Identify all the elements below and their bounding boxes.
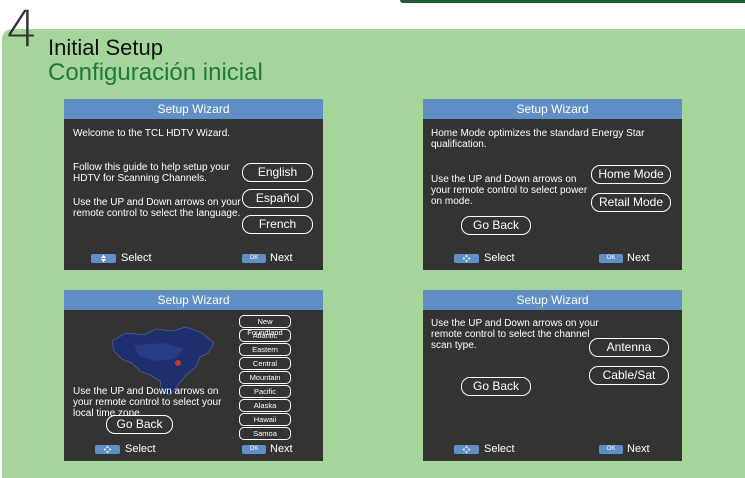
espanol-button[interactable]: Español — [242, 189, 313, 208]
zone-samoa[interactable]: Samoa — [239, 427, 291, 440]
select-label: Select — [121, 252, 152, 264]
language-screen: Setup Wizard Welcome to the TCL HDTV Wiz… — [64, 99, 323, 270]
screen-header: Setup Wizard — [423, 99, 682, 119]
home-mode-button[interactable]: Home Mode — [591, 165, 671, 184]
zone-eastern[interactable]: Eastern — [239, 343, 291, 356]
zone-pacific[interactable]: Pacific — [239, 385, 291, 398]
go-back-button[interactable]: Go Back — [106, 415, 173, 434]
ok-key-icon: OK — [242, 253, 266, 263]
select-label: Select — [484, 443, 515, 455]
ok-key-icon: OK — [599, 253, 623, 263]
select-hint: Select — [91, 252, 152, 264]
title-english: Initial Setup — [48, 35, 163, 60]
zone-alaska[interactable]: Alaska — [239, 399, 291, 412]
up-down-arrows-icon — [91, 253, 116, 263]
welcome-text: Welcome to the TCL HDTV Wizard. — [73, 128, 231, 139]
power-mode-screen: Setup Wizard Home Mode optimizes the sta… — [423, 99, 682, 270]
screen-header: Setup Wizard — [64, 290, 323, 310]
directional-pad-icon — [454, 444, 479, 454]
french-button[interactable]: French — [242, 215, 313, 234]
home-mode-info: Home Mode optimizes the standard Energy … — [431, 128, 645, 150]
next-hint[interactable]: OK Next — [599, 443, 650, 455]
select-hint: Select — [454, 252, 515, 264]
next-label: Next — [270, 443, 293, 455]
zone-atlantic[interactable]: Atlantic — [239, 329, 291, 342]
next-hint[interactable]: OK Next — [242, 252, 293, 264]
go-back-button[interactable]: Go Back — [461, 216, 531, 235]
next-label: Next — [627, 443, 650, 455]
step-number: 4 — [6, 0, 38, 58]
next-label: Next — [270, 252, 293, 264]
zone-hawaii[interactable]: Hawaii — [239, 413, 291, 426]
instruction-text: Use the UP and Down arrows on your remot… — [431, 174, 588, 207]
screen-header: Setup Wizard — [64, 99, 323, 119]
select-label: Select — [484, 252, 515, 264]
next-label: Next — [627, 252, 650, 264]
instruction-text: Use the UP and Down arrows on your remot… — [73, 197, 241, 219]
screen-header: Setup Wizard — [423, 290, 682, 310]
directional-pad-icon — [95, 444, 120, 454]
top-accent-bar — [400, 0, 745, 3]
english-button[interactable]: English — [242, 163, 313, 182]
instruction-text: Use the UP and Down arrows on your remot… — [431, 318, 599, 351]
select-hint: Select — [454, 443, 515, 455]
select-label: Select — [125, 443, 156, 455]
next-hint[interactable]: OK Next — [242, 443, 293, 455]
channel-scan-screen: Setup Wizard Use the UP and Down arrows … — [423, 290, 682, 461]
zone-central[interactable]: Central — [239, 357, 291, 370]
title-spanish: Configuración inicial — [48, 59, 263, 86]
retail-mode-button[interactable]: Retail Mode — [591, 193, 671, 212]
antenna-button[interactable]: Antenna — [589, 338, 669, 357]
directional-pad-icon — [454, 253, 479, 263]
next-hint[interactable]: OK Next — [599, 252, 650, 264]
zone-mountain[interactable]: Mountain — [239, 371, 291, 384]
zone-new-foundland[interactable]: New Foundland — [239, 315, 291, 337]
cable-sat-button[interactable]: Cable/Sat — [589, 366, 669, 385]
ok-key-icon: OK — [599, 444, 623, 454]
time-zone-screen: Setup Wizard Use the UP and Down arrows … — [64, 290, 323, 461]
ok-key-icon: OK — [242, 444, 266, 454]
select-hint: Select — [95, 443, 156, 455]
go-back-button[interactable]: Go Back — [461, 377, 531, 396]
guide-text: Follow this guide to help setup your HDT… — [73, 162, 230, 184]
